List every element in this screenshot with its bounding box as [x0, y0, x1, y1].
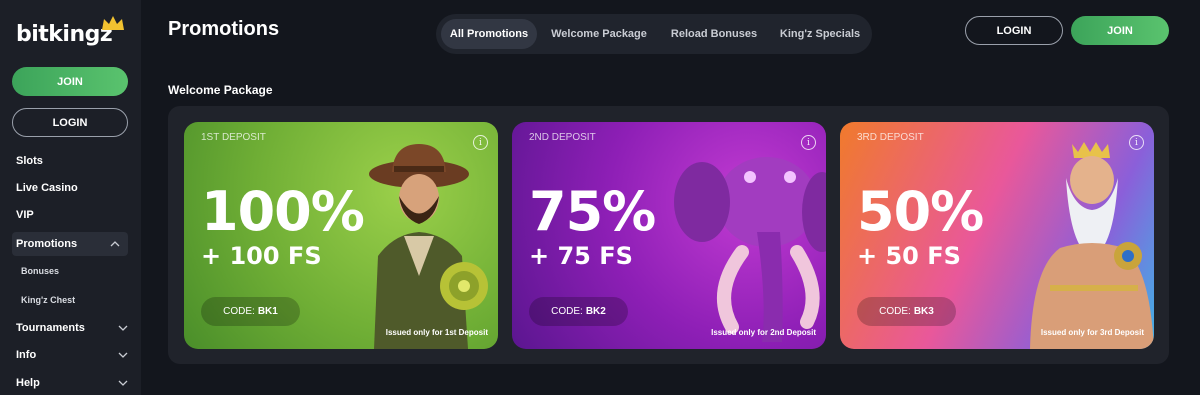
promo-code-pill[interactable]: CODE: BK2	[529, 297, 628, 326]
issued-note: Issued only for 1st Deposit	[385, 328, 488, 337]
sidebar-item-label: Slots	[16, 155, 43, 167]
section-title: Welcome Package	[168, 83, 273, 97]
sidebar-item-slots[interactable]: Slots	[16, 155, 128, 167]
promo-code: BK1	[257, 306, 278, 317]
tab-all-promotions[interactable]: All Promotions	[441, 19, 537, 49]
promo-code-pill[interactable]: CODE: BK3	[857, 297, 956, 326]
sidebar-subitem-bonuses[interactable]: Bonuses	[21, 266, 59, 276]
sidebar-item-live-casino[interactable]: Live Casino	[16, 182, 128, 194]
tab-welcome-package[interactable]: Welcome Package	[544, 19, 654, 49]
crown-icon	[102, 16, 124, 30]
promo-code-pill[interactable]: CODE: BK1	[201, 297, 300, 326]
promo-code: BK2	[585, 306, 606, 317]
info-icon[interactable]: i	[473, 135, 488, 150]
code-label: CODE:	[551, 306, 583, 317]
issued-note: Issued only for 2nd Deposit	[711, 328, 816, 337]
sidebar-item-label: Live Casino	[16, 182, 78, 194]
free-spins: + 75 FS	[529, 242, 633, 270]
sidebar-item-label: Tournaments	[16, 322, 85, 334]
sidebar-subitem-kingz-chest[interactable]: King'z Chest	[21, 295, 75, 305]
sidebar-item-label: Info	[16, 349, 37, 361]
free-spins: + 50 FS	[857, 242, 961, 270]
header-login-button[interactable]: LOGIN	[965, 16, 1063, 45]
bonus-percent: 50%	[857, 180, 984, 243]
bonus-percent: 100%	[201, 180, 365, 243]
chevron-up-icon	[110, 241, 120, 247]
sidebar-item-info[interactable]: Info	[16, 349, 128, 361]
logo[interactable]: bitkingz	[16, 16, 126, 48]
deposit-label: 3RD DEPOSIT	[857, 132, 924, 143]
logo-text: bitkingz	[16, 22, 113, 47]
tab-kingz-specials[interactable]: King'z Specials	[772, 19, 868, 49]
page-title: Promotions	[168, 18, 280, 40]
sidebar-join-button[interactable]: JOIN	[12, 67, 128, 96]
sidebar-item-label: Promotions	[16, 238, 78, 250]
promo-card-1st-deposit[interactable]: 1ST DEPOSIT i 100% + 100 FS CODE: BK1 Iss…	[184, 122, 498, 349]
bonus-percent: 75%	[529, 180, 656, 243]
tab-reload-bonuses[interactable]: Reload Bonuses	[664, 19, 764, 49]
deposit-label: 2ND DEPOSIT	[529, 132, 596, 143]
promo-card-3rd-deposit[interactable]: 3RD DEPOSIT i 50% + 50 FS CODE: BK3 Issue…	[840, 122, 1154, 349]
chevron-down-icon	[118, 325, 128, 331]
sidebar-item-label: VIP	[16, 209, 34, 221]
sidebar-item-help[interactable]: Help	[16, 377, 128, 389]
deposit-label: 1ST DEPOSIT	[201, 132, 266, 143]
promo-code: BK3	[913, 306, 934, 317]
info-icon[interactable]: i	[801, 135, 816, 150]
code-label: CODE:	[879, 306, 911, 317]
chevron-down-icon	[118, 380, 128, 386]
sidebar: bitkingz JOIN LOGIN Slots Live Casino VI…	[0, 0, 141, 395]
zeus-artwork	[1030, 142, 1154, 349]
code-label: CODE:	[223, 306, 255, 317]
sidebar-login-button[interactable]: LOGIN	[12, 108, 128, 137]
sidebar-item-promotions[interactable]: Promotions	[12, 232, 128, 256]
sidebar-item-tournaments[interactable]: Tournaments	[16, 322, 128, 334]
free-spins: + 100 FS	[201, 242, 322, 270]
sidebar-item-vip[interactable]: VIP	[16, 209, 128, 221]
promotion-tabs: All Promotions Welcome Package Reload Bo…	[436, 14, 872, 54]
sidebar-item-label: Help	[16, 377, 40, 389]
promo-card-2nd-deposit[interactable]: 2ND DEPOSIT i 75% + 75 FS CODE: BK2 Issue…	[512, 122, 826, 349]
elephant-artwork	[674, 157, 826, 342]
issued-note: Issued only for 3rd Deposit	[1040, 328, 1144, 337]
info-icon[interactable]: i	[1129, 135, 1144, 150]
chevron-down-icon	[118, 352, 128, 358]
adventurer-artwork	[369, 144, 488, 349]
header-join-button[interactable]: JOIN	[1071, 16, 1169, 45]
